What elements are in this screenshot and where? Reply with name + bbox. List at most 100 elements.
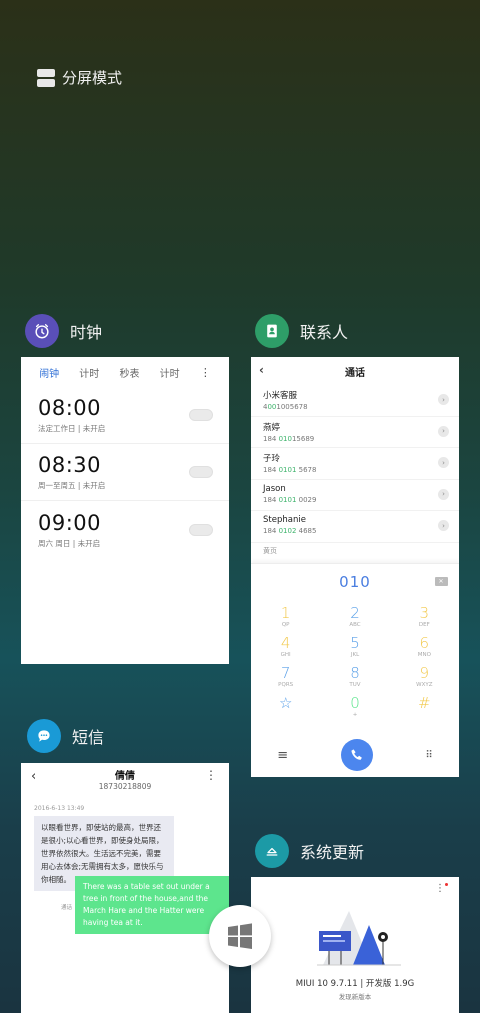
- dial-key-letters: GHI: [280, 652, 291, 658]
- dial-key-letters: JKL: [350, 652, 360, 658]
- alarm-toggle[interactable]: [189, 523, 213, 536]
- phone-suffix: 5678: [296, 466, 317, 474]
- menu-icon[interactable]: ≡: [277, 748, 288, 763]
- dial-key-letters: ABC: [349, 622, 361, 628]
- dial-key-digit: 3: [419, 604, 430, 622]
- contact-phone: 184 0102 4685: [263, 527, 447, 535]
- dial-key[interactable]: 5 JKL: [320, 634, 389, 658]
- contact-name: Stephanie: [263, 515, 306, 525]
- contact-name: 倩倩: [115, 771, 135, 782]
- more-menu-icon[interactable]: ⋮: [435, 883, 445, 894]
- dial-number-display: 010 ✕: [251, 564, 459, 600]
- update-illustration: [317, 911, 401, 966]
- call-button[interactable]: [340, 739, 373, 771]
- phone-match: 0101: [278, 495, 297, 504]
- dial-key-digit: 1: [280, 604, 291, 622]
- contacts-book-icon: [255, 314, 289, 348]
- chevron-right-icon[interactable]: ›: [438, 425, 449, 437]
- back-arrow-icon[interactable]: ‹: [259, 363, 264, 377]
- backspace-icon[interactable]: ✕: [435, 577, 448, 586]
- alarm-desc: 周一至周五 | 未开启: [38, 481, 106, 490]
- dialer-panel: 010 ✕ 1 QP 2 ABC 3 DEF 4 GHI 5 JKL 6 MNO 7 PQRS 8 TUV 9 W…: [251, 563, 459, 777]
- dial-key-letters: WXYZ: [416, 682, 433, 688]
- tab-alarm[interactable]: 闹钟: [39, 365, 59, 380]
- contact-row[interactable]: 小米客服 4001005678 ›: [251, 385, 459, 417]
- update-arrow-icon: [255, 834, 289, 868]
- phone-suffix: 4685: [296, 527, 317, 535]
- dial-key-letters: QP: [281, 622, 290, 628]
- windows-grid-icon: [228, 923, 252, 949]
- app-header-contacts[interactable]: 联系人: [255, 314, 348, 348]
- alarm-time: 08:00: [38, 396, 102, 420]
- split-screen-button[interactable]: 分屏模式: [37, 67, 122, 88]
- dial-key-letters: TUV: [349, 682, 361, 688]
- app-header-clock[interactable]: 时钟: [25, 314, 102, 348]
- chevron-right-icon[interactable]: ›: [438, 457, 449, 468]
- more-menu-icon[interactable]: ⋮: [205, 768, 217, 782]
- dial-key[interactable]: 1 QP: [251, 604, 320, 628]
- dial-key-letters: MNO: [417, 652, 431, 658]
- contact-phone: 184 0101 0029: [263, 496, 447, 504]
- clock-app-card[interactable]: 闹钟 计时 秒表 计时 ⋮ 08:00 法定工作日 | 未开启 08:30 周一至周…: [21, 357, 229, 664]
- alarm-item[interactable]: 08:00 法定工作日 | 未开启: [21, 387, 229, 444]
- chevron-right-icon[interactable]: ›: [438, 520, 449, 531]
- alarm-toggle[interactable]: [189, 466, 213, 478]
- alarm-toggle[interactable]: [189, 409, 213, 421]
- contacts-app-card[interactable]: ‹ 通话 小米客服 4001005678 › 燕婷 184 01015689 › 子玲 184…: [251, 357, 459, 777]
- contact-row[interactable]: 燕婷 184 01015689 ›: [251, 417, 459, 448]
- dial-key[interactable]: ☆: [251, 694, 320, 718]
- tab-stopwatch[interactable]: 秒表: [119, 365, 139, 380]
- alarm-desc: 周六 周日 | 未开启: [38, 538, 101, 548]
- more-menu-icon[interactable]: ⋮: [200, 366, 211, 379]
- dial-key[interactable]: 7 PQRS: [251, 664, 320, 688]
- tab-world-clock[interactable]: 计时: [79, 365, 99, 380]
- chevron-right-icon[interactable]: ›: [438, 394, 449, 405]
- back-arrow-icon[interactable]: ‹: [31, 769, 36, 784]
- phone-match: 0101: [278, 466, 297, 474]
- alarm-desc: 法定工作日 | 未开启: [38, 424, 106, 433]
- dial-key[interactable]: 6 MNO: [390, 634, 459, 658]
- contact-row[interactable]: Stephanie 184 0102 4685 ›: [251, 511, 459, 543]
- contact-name: 小米客服: [263, 391, 298, 401]
- dial-key[interactable]: 4 GHI: [251, 634, 320, 658]
- split-screen-label: 分屏模式: [62, 69, 123, 87]
- clock-icon: [25, 314, 59, 348]
- phone-prefix: 184: [263, 527, 279, 535]
- alarm-item[interactable]: 08:30 周一至周五 | 未开启: [21, 444, 229, 501]
- dial-key[interactable]: 2 ABC: [320, 604, 389, 628]
- phone-icon: [351, 749, 362, 760]
- yellow-pages-label[interactable]: 黄页: [251, 543, 459, 557]
- contact-row[interactable]: 子玲 184 0101 5678 ›: [251, 448, 459, 480]
- contact-row[interactable]: Jason 184 0101 0029 ›: [251, 480, 459, 511]
- contacts-title: 通话: [345, 367, 365, 379]
- message-date: 2016-6-13 13:49: [34, 805, 85, 812]
- clock-tabs: 闹钟 计时 秒表 计时 ⋮: [21, 357, 229, 387]
- tab-timer[interactable]: 计时: [160, 365, 180, 380]
- app-header-update[interactable]: 系统更新: [255, 834, 364, 868]
- alarm-item[interactable]: 09:00 周六 周日 | 未开启: [21, 501, 229, 558]
- update-app-card[interactable]: ⋮ MIUI 10 9.7.11 | 开发版 1.9G 发现新版本: [251, 877, 459, 1013]
- dial-key[interactable]: 8 TUV: [320, 664, 389, 688]
- phone-prefix: 184: [263, 434, 279, 443]
- contact-number: 18730218809: [98, 782, 152, 791]
- contact-name: 燕婷: [263, 422, 281, 433]
- dial-keypad: 1 QP 2 ABC 3 DEF 4 GHI 5 JKL 6 MNO 7 PQRS 8 TUV 9 WXYZ ☆ 0 +…: [251, 600, 459, 722]
- messages-app-card[interactable]: ‹ 倩倩 18730218809 ⋮ 2016-6-13 13:49 以眼看世界…: [21, 763, 229, 1013]
- alarm-time: 09:00: [38, 510, 102, 535]
- chat-bubble-icon: [27, 719, 61, 753]
- split-screen-icon: [37, 68, 55, 87]
- keypad-grid-icon[interactable]: ⠿: [425, 750, 432, 761]
- chevron-right-icon[interactable]: ›: [438, 488, 449, 500]
- dial-key-digit: 9: [419, 664, 430, 682]
- dial-key[interactable]: #: [390, 694, 459, 718]
- dial-key[interactable]: 0 +: [320, 694, 389, 718]
- message-side-label: 通话: [61, 905, 73, 911]
- dial-key[interactable]: 9 WXYZ: [390, 664, 459, 688]
- phone-suffix: 15689: [291, 434, 315, 443]
- app-name-contacts: 联系人: [300, 323, 349, 342]
- conversation-header: ‹ 倩倩 18730218809 ⋮: [21, 763, 229, 793]
- windows-button[interactable]: [209, 905, 271, 967]
- app-header-messages[interactable]: 短信: [27, 719, 104, 753]
- dial-key-digit: 2: [350, 604, 360, 622]
- dial-key[interactable]: 3 DEF: [390, 604, 459, 628]
